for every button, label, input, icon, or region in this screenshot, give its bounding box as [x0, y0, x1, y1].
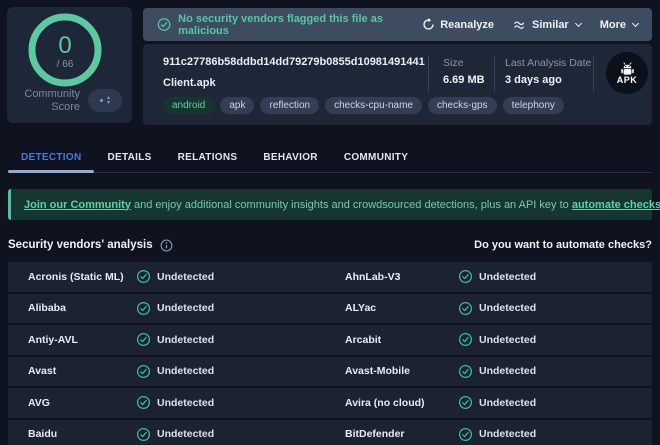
vendor-status: Undetected [479, 365, 536, 377]
size-value: 6.69 MB [443, 74, 485, 86]
vendor-name: ALYac [345, 302, 458, 314]
size-label: Size [443, 57, 463, 69]
reanalyze-button[interactable]: Reanalyze [422, 18, 494, 31]
table-row: Alibaba Undetected ALYac Undetected [8, 294, 652, 324]
undetected-check-icon [136, 269, 151, 284]
undetected-check-icon [458, 269, 473, 284]
tab-behavior[interactable]: BEHAVIOR [250, 142, 330, 172]
last-analysis-label: Last Analysis Date [505, 57, 591, 69]
join-community-link[interactable]: Join our Community [24, 199, 131, 211]
vendor-status: Undetected [157, 428, 214, 440]
apk-badge-label: APK [617, 75, 638, 85]
vendor-name: AhnLab-V3 [345, 271, 458, 283]
vote-arrows-icon: ▴▾ [107, 96, 110, 106]
vendor-name: Acronis (Static ML) [28, 271, 136, 283]
vendor-status: Undetected [157, 397, 214, 409]
undetected-check-icon [136, 364, 151, 379]
undetected-check-icon [136, 332, 151, 347]
table-row: Baidu Undetected BitDefender Undetected [8, 420, 652, 445]
file-tags: android apk reflection checks-cpu-name c… [163, 97, 564, 114]
vendor-name: Antiy-AVL [28, 334, 136, 346]
tab-detection[interactable]: DETECTION [8, 142, 94, 172]
join-community-banner: Join our Community and enjoy additional … [8, 189, 652, 220]
divider [428, 56, 429, 92]
table-row: Avast Undetected Avast-Mobile Undetected [8, 357, 652, 387]
vote-dot-icon [100, 99, 103, 102]
last-analysis-value: 3 days ago [505, 74, 562, 86]
similar-button[interactable]: Similar [513, 19, 581, 31]
vendor-status: Undetected [479, 334, 536, 346]
table-row: Antiy-AVL Undetected Arcabit Undetected [8, 325, 652, 355]
vendor-name: Baidu [28, 428, 136, 440]
similar-icon [513, 19, 527, 31]
file-tag[interactable]: apk [220, 97, 254, 114]
undetected-check-icon [136, 301, 151, 316]
automate-checks-link[interactable]: automate checks. [572, 199, 660, 211]
vendor-status: Undetected [479, 428, 536, 440]
file-tag[interactable]: checks-cpu-name [325, 97, 422, 114]
vendor-status: Undetected [479, 302, 536, 314]
undetected-check-icon [458, 301, 473, 316]
tab-relations[interactable]: RELATIONS [165, 142, 251, 172]
divider [593, 56, 594, 92]
more-button[interactable]: More [600, 19, 638, 31]
vendors-section-title: Security vendors' analysis [8, 239, 153, 251]
community-banner-text: and enjoy additional community insights … [131, 199, 572, 211]
virustotal-file-report: 0 / 66 Community Score ▴▾ No security ve… [0, 0, 660, 445]
file-info-card: 911c27786b58ddbd14dd79279b0855d109814914… [143, 44, 652, 125]
vendor-status: Undetected [157, 302, 214, 314]
detections-count: 0 [25, 32, 105, 60]
community-score-card: 0 / 66 Community Score ▴▾ [7, 7, 132, 123]
vendor-name: Avast [28, 365, 136, 377]
undetected-check-icon [458, 395, 473, 410]
vendor-name: Arcabit [345, 334, 458, 346]
table-row: AVG Undetected Avira (no cloud) Undetect… [8, 388, 652, 418]
undetected-check-icon [136, 427, 151, 442]
file-name: Client.apk [163, 77, 216, 89]
file-hash: 911c27786b58ddbd14dd79279b0855d109814914… [163, 56, 425, 68]
automate-checks-question-link[interactable]: Do you want to automate checks? [474, 239, 652, 251]
vendor-name: AVG [28, 397, 136, 409]
vendor-name: Avast-Mobile [345, 365, 458, 377]
report-tabs: DETECTION DETAILS RELATIONS BEHAVIOR COM… [8, 142, 652, 173]
vendors-section-header: Security vendors' analysis Do you want t… [8, 237, 652, 253]
undetected-check-icon [458, 364, 473, 379]
reanalyze-icon [422, 18, 435, 31]
check-circle-icon [157, 17, 171, 32]
verdict-message: No security vendors flagged this file as… [178, 13, 422, 37]
verdict-banner: No security vendors flagged this file as… [143, 8, 652, 41]
undetected-check-icon [136, 395, 151, 410]
android-robot-icon [619, 62, 636, 76]
tab-details[interactable]: DETAILS [94, 142, 164, 172]
apk-file-type-badge: APK [606, 52, 648, 94]
vendor-status: Undetected [157, 271, 214, 283]
file-tag[interactable]: checks-gps [428, 97, 497, 114]
vendor-name: Alibaba [28, 302, 136, 314]
vendor-status: Undetected [157, 334, 214, 346]
file-tag[interactable]: telephony [503, 97, 564, 114]
vendor-status: Undetected [157, 365, 214, 377]
vendor-status: Undetected [479, 397, 536, 409]
vendors-analysis-table: Acronis (Static ML) Undetected AhnLab-V3… [8, 262, 652, 445]
vendor-name: BitDefender [345, 428, 458, 440]
chevron-down-icon [632, 19, 639, 26]
undetected-check-icon [458, 332, 473, 347]
divider [494, 56, 495, 92]
community-score-label: Community Score [16, 88, 80, 114]
engines-total: / 66 [25, 59, 105, 70]
tab-community[interactable]: COMMUNITY [331, 142, 421, 172]
info-icon[interactable] [160, 239, 173, 252]
chevron-down-icon [575, 19, 582, 26]
table-row: Acronis (Static ML) Undetected AhnLab-V3… [8, 262, 652, 292]
undetected-check-icon [458, 427, 473, 442]
community-vote-widget[interactable]: ▴▾ [88, 89, 122, 112]
vendor-status: Undetected [479, 271, 536, 283]
file-tag[interactable]: android [163, 97, 214, 114]
file-tag[interactable]: reflection [260, 97, 319, 114]
vendor-name: Avira (no cloud) [345, 397, 458, 409]
